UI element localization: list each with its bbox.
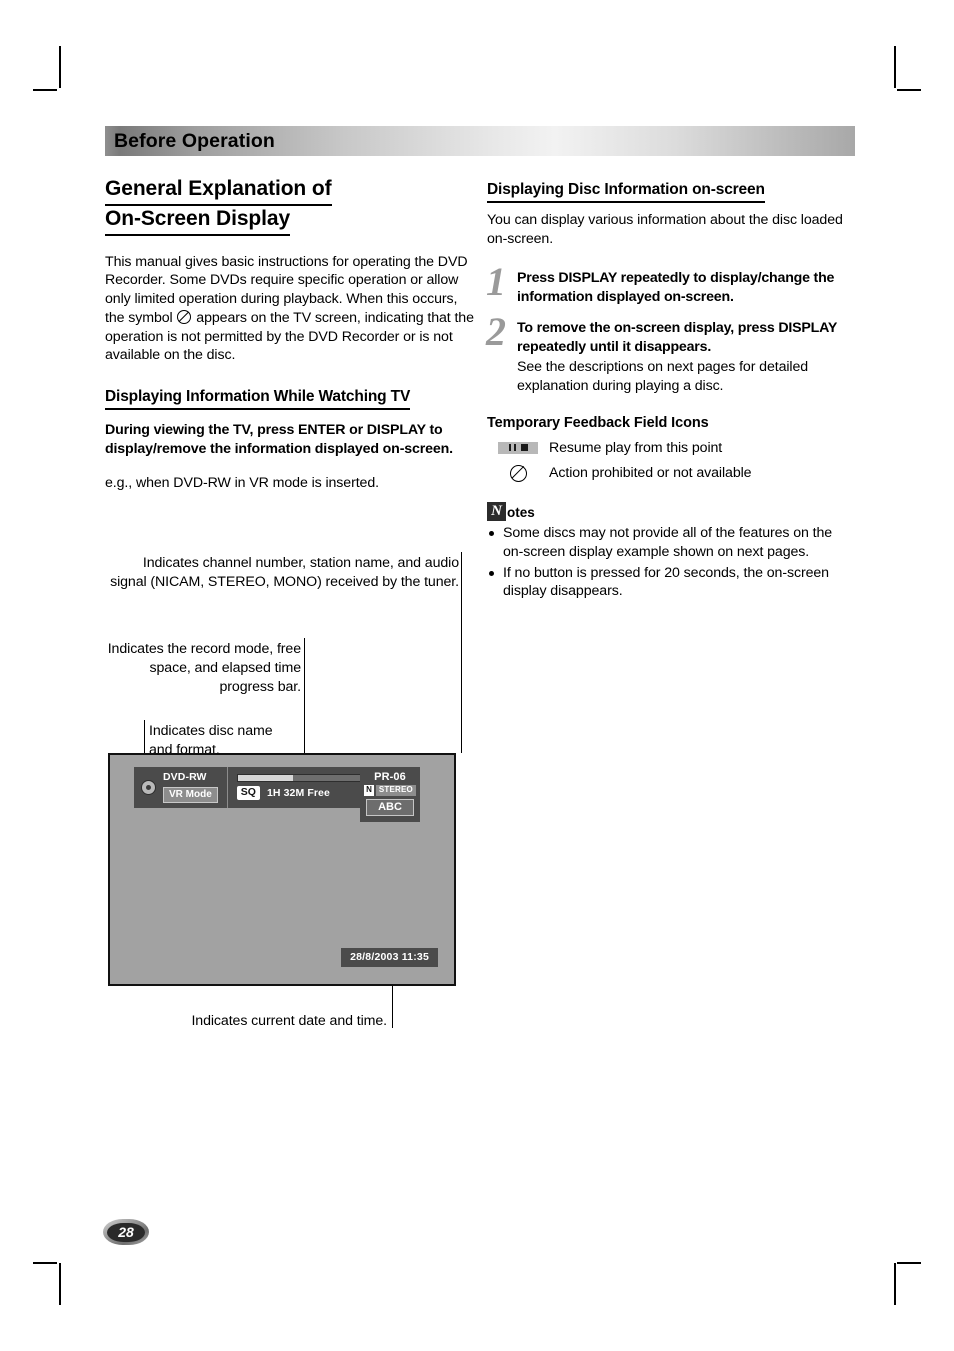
- crop-mark-top-left-horizontal: [33, 89, 57, 91]
- notes-n-glyph-icon: N: [487, 501, 506, 521]
- osd-audio-system-badge: N: [364, 785, 374, 796]
- callout-disc-leader-line: [144, 720, 146, 753]
- callout-tuner-leader-line: [461, 552, 463, 753]
- intro-paragraph: This manual gives basic instructions for…: [105, 253, 475, 365]
- section-heading-watching-tv: Displaying Information While Watching TV: [105, 388, 410, 411]
- osd-disc-text: DVD-RW VR Mode: [163, 771, 218, 803]
- feedback-label-prohibited: Action prohibited or not available: [549, 465, 752, 482]
- page-title-line-2: On-Screen Display: [105, 206, 290, 236]
- left-column: General Explanation of On-Screen Display…: [105, 176, 475, 1029]
- crop-mark-top-left-vertical: [59, 46, 61, 88]
- crop-mark-bottom-left-vertical: [59, 1263, 61, 1305]
- osd-info-bar: DVD-RW VR Mode SQ 1H 32M Free: [134, 767, 372, 808]
- resume-play-icon: [498, 441, 538, 454]
- action-prohibited-icon-large: [509, 464, 527, 482]
- step-2: 2 To remove the on-screen display, press…: [486, 312, 855, 395]
- osd-disc-format-badge: VR Mode: [163, 786, 218, 803]
- list-item: If no button is pressed for 20 seconds, …: [487, 564, 855, 602]
- step-2-number: 2: [486, 309, 506, 355]
- notes-heading-text: otes: [507, 504, 535, 520]
- osd-audio-row: N STEREO: [364, 785, 416, 796]
- step-1-number: 1: [486, 259, 506, 305]
- chapter-header-bar: Before Operation: [105, 126, 855, 156]
- osd-audio-mode-badge: STEREO: [375, 785, 416, 796]
- osd-space-info: SQ 1H 32M Free: [236, 786, 330, 801]
- callout-tuner: Indicates channel number, station name, …: [110, 555, 459, 590]
- step-2-instruction: To remove the on-screen display, press D…: [517, 320, 837, 355]
- feedback-icon-cell-resume: [487, 441, 549, 454]
- page-number-badge: 28: [103, 1219, 149, 1245]
- action-prohibited-icon: [177, 309, 192, 324]
- resume-play-icon-bar-1: [508, 444, 511, 452]
- step-2-subtext: See the descriptions on next pages for d…: [517, 359, 809, 395]
- resume-play-icon-bar-2: [513, 444, 516, 452]
- page-number-badge-inner: 28: [107, 1222, 145, 1242]
- osd-datetime: 28/8/2003 11:35: [341, 948, 438, 967]
- watching-tv-example-note: e.g., when DVD-RW in VR mode is inserted…: [105, 474, 379, 491]
- osd-station-name: ABC: [366, 798, 414, 817]
- crop-mark-top-right-vertical: [894, 46, 896, 88]
- callout-datetime-leader-line: [392, 986, 394, 1028]
- callout-datetime: Indicates current date and time.: [191, 1013, 387, 1029]
- osd-channel-number: PR-06: [374, 771, 406, 783]
- disc-info-body: You can display various information abou…: [487, 212, 843, 247]
- osd-free-space-label: 1H 32M Free: [266, 787, 330, 800]
- callout-record-mode: Indicates the record mode, free space, a…: [107, 641, 301, 695]
- list-item: Some discs may not provide all of the fe…: [487, 524, 855, 562]
- watching-tv-instruction: During viewing the TV, press ENTER or DI…: [105, 422, 453, 458]
- feedback-item-resume: Resume play from this point: [487, 440, 855, 456]
- crop-mark-top-right-horizontal: [897, 89, 921, 91]
- feedback-icon-cell-prohibited: [487, 464, 549, 482]
- step-1-instruction: Press DISPLAY repeatedly to display/chan…: [517, 270, 835, 305]
- osd-record-mode-badge: SQ: [236, 786, 260, 801]
- page-content: Before Operation General Explanation of …: [105, 126, 855, 1029]
- notes-heading: N otes: [487, 501, 855, 521]
- chapter-title: Before Operation: [114, 129, 275, 152]
- section-heading-disc-info: Displaying Disc Information on-screen: [487, 181, 765, 203]
- crop-mark-bottom-right-horizontal: [897, 1262, 921, 1264]
- osd-disc-panel: DVD-RW VR Mode: [134, 767, 228, 808]
- right-column: Displaying Disc Information on-screen Yo…: [486, 176, 855, 602]
- page-title-line-1: General Explanation of: [105, 176, 332, 206]
- osd-space-panel: SQ 1H 32M Free: [227, 767, 372, 808]
- notes-list: Some discs may not provide all of the fe…: [487, 524, 855, 602]
- crop-mark-bottom-left-horizontal: [33, 1262, 57, 1264]
- resume-play-icon-stop-square: [520, 444, 528, 452]
- step-1: 1 Press DISPLAY repeatedly to display/ch…: [486, 262, 855, 306]
- feedback-item-prohibited: Action prohibited or not available: [487, 464, 855, 482]
- page-number: 28: [118, 1224, 134, 1240]
- crop-mark-bottom-right-vertical: [894, 1263, 896, 1305]
- osd-tuner-panel: PR-06 N STEREO ABC: [360, 767, 420, 823]
- feedback-label-resume: Resume play from this point: [549, 439, 723, 456]
- section-heading-feedback-icons: Temporary Feedback Field Icons: [487, 414, 709, 431]
- osd-progress-bar: [236, 774, 362, 783]
- callout-record-mode-leader-line: [304, 638, 306, 753]
- disc-icon: [141, 779, 156, 795]
- disc-icon-hub: [146, 784, 151, 790]
- page-title: General Explanation of On-Screen Display: [105, 176, 475, 236]
- osd-disc-name: DVD-RW: [163, 771, 207, 783]
- osd-progress-bar-fill: [237, 775, 294, 782]
- tv-screen-preview: DVD-RW VR Mode SQ 1H 32M Free PR-06 N ST…: [108, 753, 456, 986]
